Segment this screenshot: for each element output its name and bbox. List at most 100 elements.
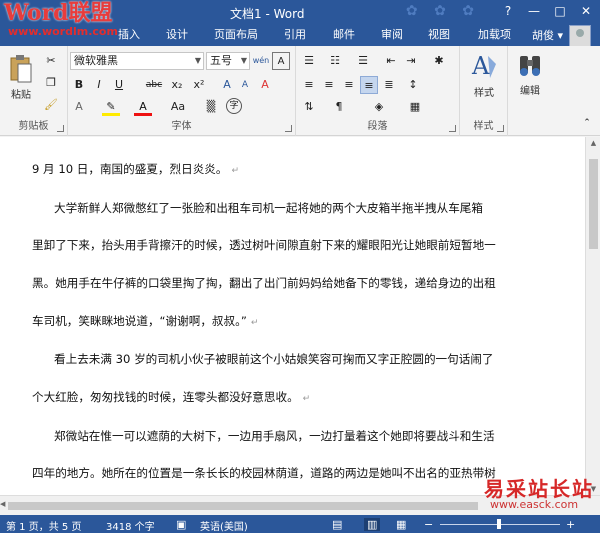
scroll-up-icon[interactable]: ▲ bbox=[586, 137, 600, 149]
show-marks-icon[interactable]: ¶ bbox=[330, 98, 348, 116]
page-count[interactable]: 第 1 页，共 5 页 bbox=[6, 518, 81, 533]
language[interactable]: 英语(美国) bbox=[200, 518, 248, 533]
font-name-value: 微软雅黑 bbox=[74, 54, 118, 67]
clear-format-button[interactable]: A bbox=[256, 76, 274, 94]
align-right-icon[interactable]: ≡ bbox=[340, 76, 358, 94]
tab-review[interactable]: 审阅 bbox=[381, 27, 403, 46]
clipboard-launcher-icon[interactable] bbox=[57, 125, 64, 132]
zoom-slider-thumb[interactable] bbox=[497, 519, 501, 529]
font-label: 字体 bbox=[171, 121, 192, 132]
doc-line: 9 月 10 日，南国的盛夏，烈日炎炎。 ↵ bbox=[32, 162, 240, 176]
strikethrough-button[interactable]: abc bbox=[142, 76, 166, 94]
align-left-icon[interactable]: ≡ bbox=[300, 76, 318, 94]
wordlm-url: www.wordlm.com bbox=[8, 25, 118, 38]
increase-indent-icon[interactable]: ⇥ bbox=[402, 52, 420, 70]
vertical-scrollbar[interactable]: ▲ ▼ bbox=[585, 137, 600, 495]
doc-line: 郑微站在惟一可以遮荫的大树下，一边用手扇风，一边打量着这个她即将要战斗和生活 bbox=[54, 429, 495, 443]
ribbon: 粘贴 ✂ ❐ 🖌 剪贴板 微软雅黑 ▼ 五号 ▼ wén A B I U abc… bbox=[0, 46, 600, 136]
font-size-value: 五号 bbox=[210, 54, 232, 67]
align-center-icon[interactable]: ≡ bbox=[320, 76, 338, 94]
paste-label: 粘贴 bbox=[11, 90, 31, 101]
word-count[interactable]: 3418 个字 bbox=[106, 518, 155, 533]
chevron-down-icon: ▼ bbox=[194, 56, 201, 65]
editing-button[interactable]: 编辑 bbox=[510, 52, 550, 97]
tab-design[interactable]: 设计 bbox=[166, 27, 188, 46]
styles-button[interactable]: A 样式 bbox=[466, 52, 502, 99]
title-decoration: ✿ ✿ ✿ bbox=[405, 3, 480, 19]
doc-line: 看上去未满 30 岁的司机小伙子被眼前这个小姑娘笑容可掬而又字正腔圆的一句话闹了 bbox=[54, 352, 494, 366]
font-name-combo[interactable]: 微软雅黑 ▼ bbox=[70, 52, 204, 70]
copy-icon[interactable]: ❐ bbox=[42, 74, 60, 92]
document-page[interactable]: 9 月 10 日，南国的盛夏，烈日炎炎。 ↵ 大学新鲜人郑微憋红了一张脸和出租车司… bbox=[0, 137, 585, 495]
easck-url: www.easck.com bbox=[490, 498, 579, 511]
paragraph-label: 段落 bbox=[367, 121, 388, 132]
font-size-combo[interactable]: 五号 ▼ bbox=[206, 52, 250, 70]
styles-launcher-icon[interactable] bbox=[497, 125, 504, 132]
line-spacing-icon[interactable]: ↕ bbox=[404, 76, 422, 94]
horizontal-scroll-thumb[interactable] bbox=[8, 502, 478, 510]
paragraph-launcher-icon[interactable] bbox=[449, 125, 456, 132]
chevron-down-icon: ▼ bbox=[240, 56, 247, 65]
user-name[interactable]: 胡俊 ▾ bbox=[532, 27, 563, 43]
minimize-button[interactable]: — bbox=[524, 2, 544, 20]
underline-button[interactable]: U bbox=[110, 76, 128, 94]
change-case-button[interactable]: Aa bbox=[164, 98, 192, 116]
proofing-icon[interactable]: ▣ bbox=[176, 518, 186, 531]
shading-icon[interactable]: ◈ bbox=[370, 98, 388, 116]
zoom-in-icon[interactable]: + bbox=[566, 518, 575, 531]
text-effects-icon[interactable]: A bbox=[70, 98, 88, 116]
highlight-icon[interactable]: ✎ bbox=[102, 98, 120, 116]
phonetic-guide-button[interactable]: wén bbox=[252, 52, 270, 70]
styles-group: A 样式 样式 bbox=[460, 46, 508, 136]
tab-insert[interactable]: 插入 bbox=[118, 27, 140, 46]
tab-mailings[interactable]: 邮件 bbox=[333, 27, 355, 46]
grow-font-button[interactable]: A bbox=[218, 76, 236, 94]
avatar[interactable] bbox=[569, 25, 591, 47]
char-border-button[interactable]: A bbox=[272, 52, 290, 70]
shrink-font-button[interactable]: A bbox=[236, 76, 254, 94]
close-button[interactable]: ✕ bbox=[576, 2, 596, 20]
bold-button[interactable]: B bbox=[70, 76, 88, 94]
read-mode-icon[interactable]: ▤ bbox=[332, 518, 342, 531]
decrease-indent-icon[interactable]: ⇤ bbox=[382, 52, 400, 70]
distributed-icon[interactable]: ≣ bbox=[380, 76, 398, 94]
font-launcher-icon[interactable] bbox=[285, 125, 292, 132]
doc-line: 大学新鲜人郑微憋红了一张脸和出租车司机一起将她的两个大皮箱半拖半拽从车尾箱 bbox=[54, 201, 483, 215]
superscript-button[interactable]: x² bbox=[190, 76, 208, 94]
scroll-left-icon[interactable]: ◀ bbox=[0, 500, 5, 508]
restore-button[interactable]: □ bbox=[550, 2, 570, 20]
numbering-icon[interactable]: ☷ bbox=[326, 52, 344, 70]
tab-addins[interactable]: 加载项 bbox=[478, 27, 511, 46]
char-shading-icon[interactable]: ▒ bbox=[202, 98, 220, 116]
enclose-char-icon[interactable]: 字 bbox=[226, 98, 242, 114]
svg-text:A: A bbox=[471, 52, 490, 80]
status-bar: 第 1 页，共 5 页 3418 个字 ▣ 英语(美国) ▤ ▥ ▦ − + bbox=[0, 515, 600, 533]
italic-button[interactable]: I bbox=[90, 76, 108, 94]
multilevel-list-icon[interactable]: ☰ bbox=[354, 52, 372, 70]
doc-line: 车司机，笑眯眯地说道，“谢谢啊，叔叔。” ↵ bbox=[32, 314, 259, 328]
paste-button[interactable]: 粘贴 bbox=[6, 54, 36, 101]
tab-view[interactable]: 视图 bbox=[428, 27, 450, 46]
zoom-out-icon[interactable]: − bbox=[424, 518, 433, 531]
cut-icon[interactable]: ✂ bbox=[42, 52, 60, 70]
sort-icon[interactable]: ⇅ bbox=[300, 98, 318, 116]
format-painter-icon[interactable]: 🖌 bbox=[42, 96, 60, 114]
print-layout-icon[interactable]: ▥ bbox=[364, 518, 381, 531]
styles-label-btn: 样式 bbox=[474, 88, 494, 99]
justify-icon[interactable]: ≡ bbox=[360, 76, 378, 94]
borders-icon[interactable]: ▦ bbox=[406, 98, 424, 116]
window-title: 文档1 - Word bbox=[230, 7, 305, 21]
doc-line: 黑。她用手在牛仔裤的口袋里掏了掏，翻出了出门前妈妈给她备下的零钱，递给身边的出租 bbox=[32, 276, 496, 290]
vertical-scroll-thumb[interactable] bbox=[589, 159, 598, 249]
doc-line: 个大红脸，匆匆找钱的时候，连零头都没好意思收。 ↵ bbox=[32, 390, 311, 404]
chinese-layout-icon[interactable]: ✱ bbox=[430, 52, 448, 70]
font-color-button[interactable]: A bbox=[134, 98, 152, 116]
subscript-button[interactable]: x₂ bbox=[168, 76, 186, 94]
help-button[interactable]: ? bbox=[498, 2, 518, 20]
web-layout-icon[interactable]: ▦ bbox=[396, 518, 406, 531]
tab-layout[interactable]: 页面布局 bbox=[214, 27, 258, 46]
tab-references[interactable]: 引用 bbox=[284, 27, 306, 46]
doc-line: 四年的地方。她所在的位置是一条长长的校园林荫道，道路的两边是她叫不出名的亚热带树 bbox=[32, 466, 496, 480]
collapse-ribbon-icon[interactable]: ⌃ bbox=[578, 114, 596, 132]
bullets-icon[interactable]: ☰ bbox=[300, 52, 318, 70]
